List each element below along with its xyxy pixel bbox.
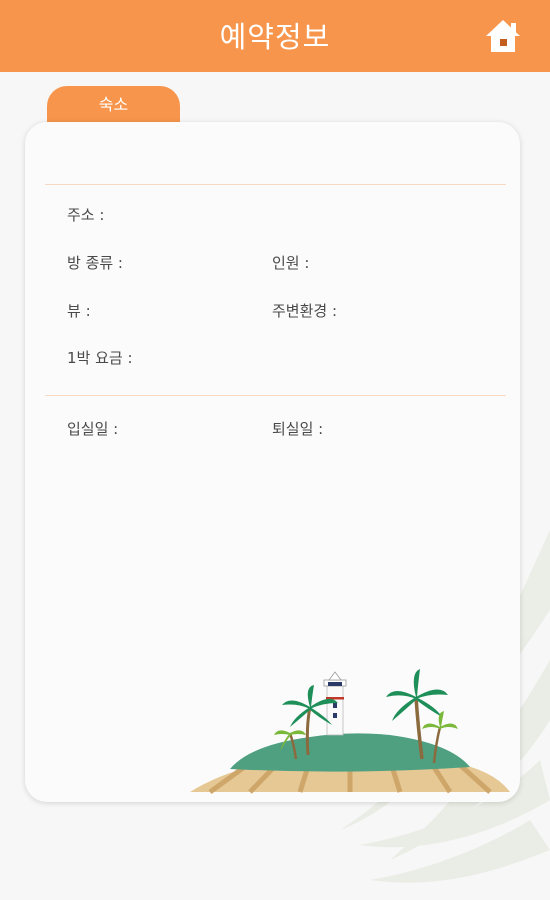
guests-label: 인원 : — [272, 254, 310, 272]
address-label: 주소 : — [67, 206, 105, 224]
page-title: 예약정보 — [219, 20, 331, 54]
reservation-card: 주소 : 방 종류 : 인원 : 뷰 : 주변환경 : 1박 요금 : 입실일 … — [25, 122, 520, 802]
divider — [45, 395, 506, 396]
price-per-night-label: 1박 요금 : — [67, 349, 133, 367]
app-header: 예약정보 — [0, 0, 550, 72]
divider — [45, 184, 506, 185]
surroundings-label: 주변환경 : — [272, 302, 338, 320]
home-button[interactable] — [484, 17, 522, 55]
room-type-label: 방 종류 : — [67, 254, 123, 272]
checkout-date-label: 퇴실일 : — [272, 420, 324, 438]
checkin-date-label: 입실일 : — [67, 420, 119, 438]
home-icon — [486, 20, 520, 52]
island-illustration — [190, 669, 510, 795]
view-label: 뷰 : — [67, 302, 91, 320]
